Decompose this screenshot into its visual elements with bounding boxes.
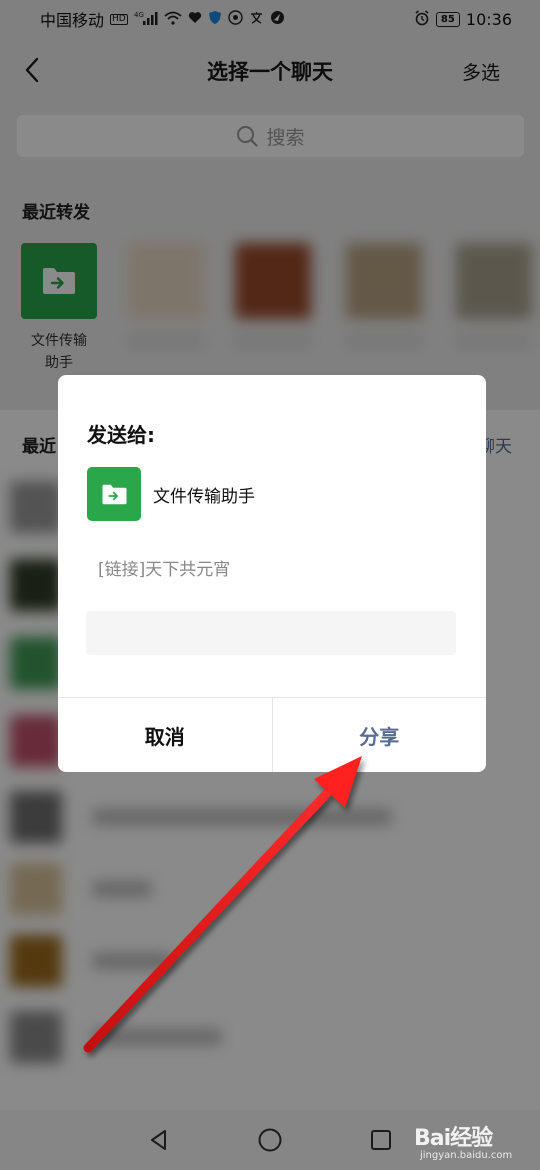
cancel-button[interactable]: 取消 xyxy=(58,698,273,772)
dialog-button-row: 取消 分享 xyxy=(58,697,486,772)
watermark-logo: Bai经验 xyxy=(414,1126,493,1151)
message-input[interactable] xyxy=(86,611,456,655)
watermark-url: jingyan.baidu.com xyxy=(420,1150,513,1161)
dialog-title: 发送给: xyxy=(87,423,155,447)
recipient-name: 文件传输助手 xyxy=(153,486,255,507)
folder-icon xyxy=(102,484,126,504)
shared-link-preview: [链接]天下共元宵 xyxy=(98,560,231,580)
baidu-jingyan-watermark: Bai经验 jingyan.baidu.com xyxy=(414,1120,534,1166)
recipient-avatar xyxy=(87,467,141,521)
dialog-recipient: 文件传输助手 xyxy=(87,467,255,521)
share-button[interactable]: 分享 xyxy=(273,698,487,772)
send-to-dialog: 发送给: 文件传输助手 [链接]天下共元宵 取消 分享 xyxy=(58,375,486,772)
